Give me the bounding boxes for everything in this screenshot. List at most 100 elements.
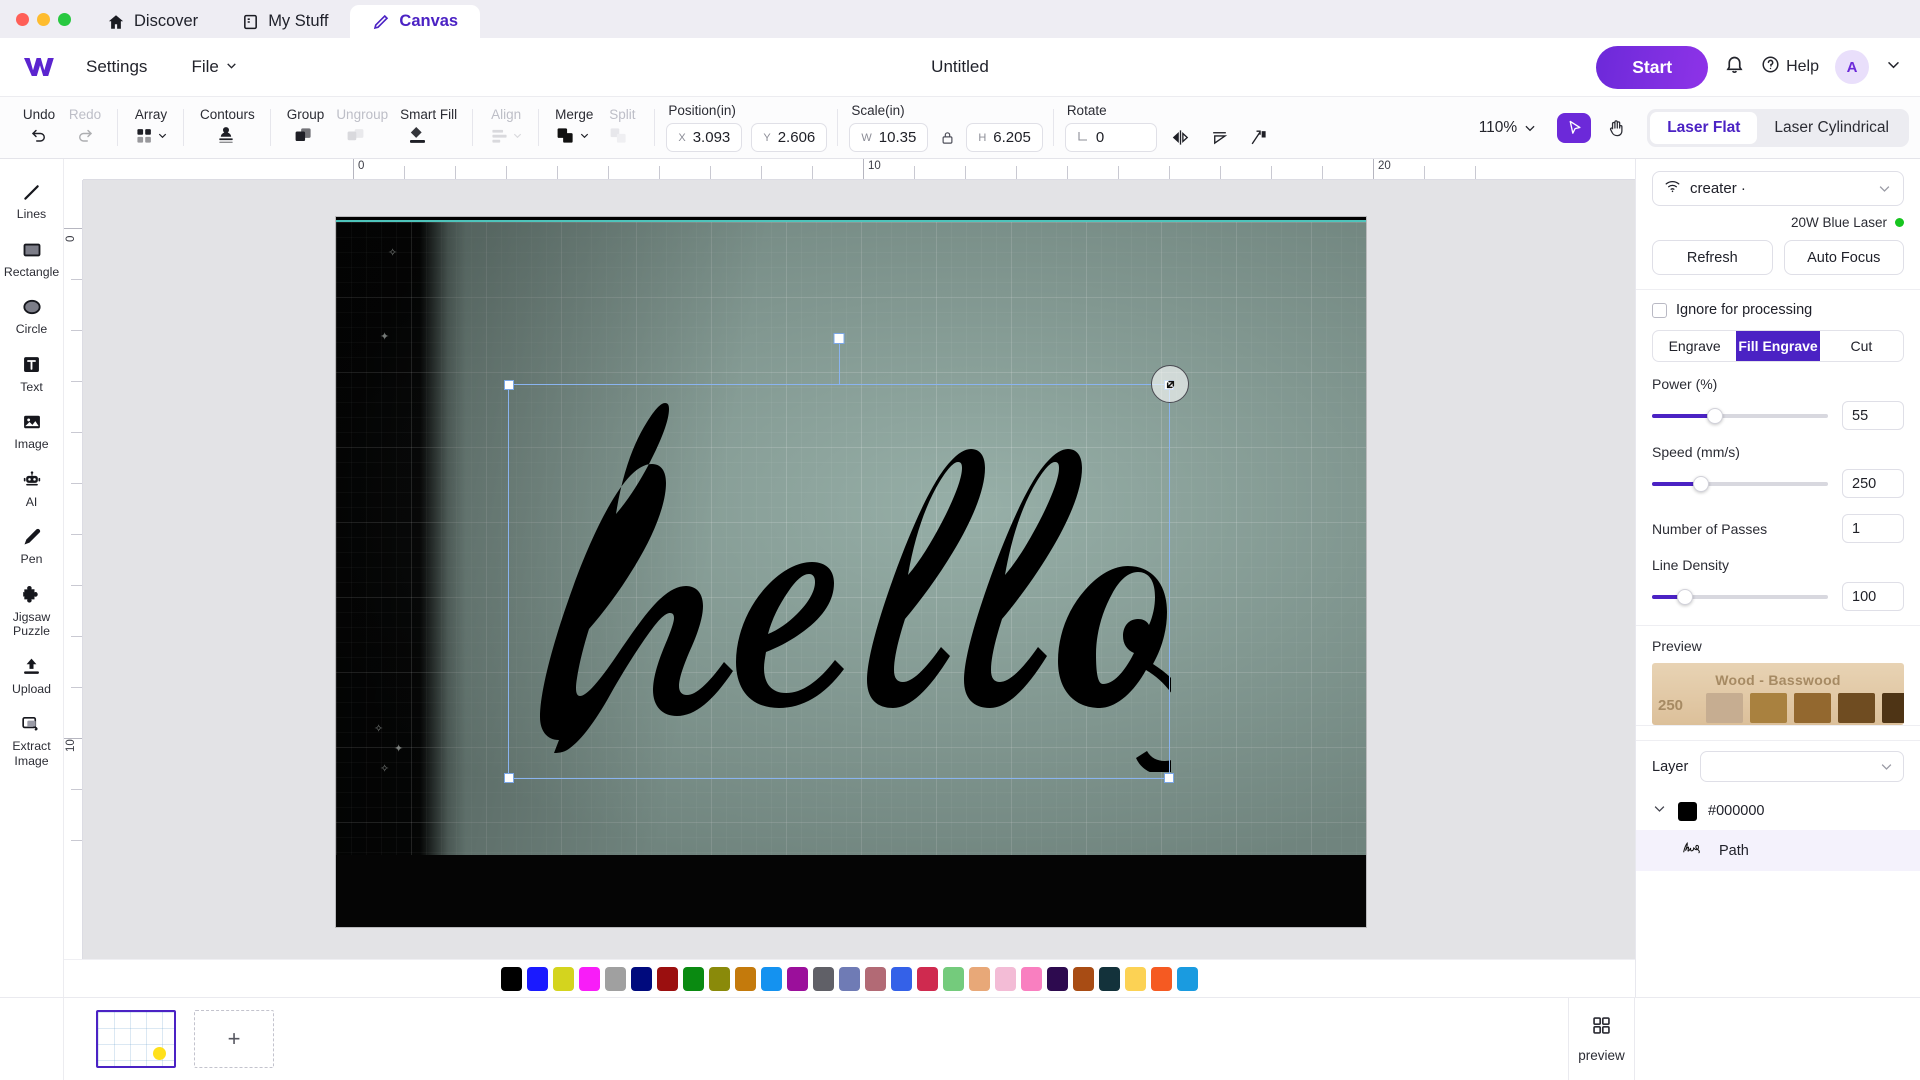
- speed-slider[interactable]: [1652, 476, 1828, 492]
- color-swatch[interactable]: [1177, 967, 1198, 991]
- wecreat-logo[interactable]: [22, 52, 56, 82]
- ruler-vertical[interactable]: 0 10: [64, 180, 83, 997]
- maximize-window-button[interactable]: [58, 13, 71, 26]
- color-swatch[interactable]: [917, 967, 938, 991]
- page-thumbnail-1[interactable]: [96, 1010, 176, 1068]
- color-swatch[interactable]: [1047, 967, 1068, 991]
- position-y-input[interactable]: Y 2.606: [751, 123, 827, 152]
- tab-canvas[interactable]: Canvas: [350, 5, 480, 38]
- ignore-processing-checkbox[interactable]: [1652, 303, 1667, 318]
- color-swatch[interactable]: [579, 967, 600, 991]
- minimize-window-button[interactable]: [37, 13, 50, 26]
- tool-jigsaw-puzzle[interactable]: Jigsaw Puzzle: [0, 576, 64, 648]
- color-swatch[interactable]: [865, 967, 886, 991]
- chevron-down-icon[interactable]: [1652, 801, 1667, 821]
- help-button[interactable]: Help: [1761, 55, 1819, 79]
- color-swatch[interactable]: [553, 967, 574, 991]
- undo-label[interactable]: Undo: [17, 107, 61, 122]
- tool-rectangle[interactable]: Rectangle: [0, 231, 64, 289]
- color-swatch[interactable]: [1125, 967, 1146, 991]
- add-page-button[interactable]: +: [194, 1010, 274, 1068]
- notifications-bell-icon[interactable]: [1724, 54, 1745, 80]
- flip-vertical-icon[interactable]: [1205, 124, 1235, 151]
- artboard[interactable]: ✧ ✦ ✧ ✦ ✧: [336, 217, 1366, 927]
- flip-horizontal-icon[interactable]: [1166, 124, 1196, 151]
- color-swatch[interactable]: [995, 967, 1016, 991]
- laser-cylindrical-tab[interactable]: Laser Cylindrical: [1757, 112, 1906, 144]
- ignore-processing-row[interactable]: Ignore for processing: [1652, 302, 1904, 318]
- laser-flat-tab[interactable]: Laser Flat: [1650, 112, 1757, 144]
- color-swatch[interactable]: [1073, 967, 1094, 991]
- color-swatch[interactable]: [1151, 967, 1172, 991]
- device-selector[interactable]: creater ·: [1652, 171, 1904, 206]
- auto-focus-button[interactable]: Auto Focus: [1784, 240, 1905, 275]
- color-swatch[interactable]: [761, 967, 782, 991]
- zoom-level-control[interactable]: 110%: [1469, 119, 1548, 137]
- array-label[interactable]: Array: [129, 107, 173, 122]
- avatar[interactable]: A: [1835, 50, 1869, 84]
- merge-label[interactable]: Merge: [550, 107, 598, 122]
- color-swatch[interactable]: [943, 967, 964, 991]
- array-icon[interactable]: [129, 122, 173, 149]
- scale-height-input[interactable]: H 6.205: [966, 123, 1043, 152]
- speed-value-input[interactable]: 250: [1842, 469, 1904, 498]
- resize-handle-bottom-right[interactable]: [1164, 773, 1174, 783]
- tool-lines[interactable]: Lines: [0, 173, 64, 231]
- tool-image[interactable]: Image: [0, 403, 64, 461]
- menu-settings[interactable]: Settings: [72, 51, 161, 83]
- contours-label[interactable]: Contours: [195, 107, 260, 122]
- tab-discover[interactable]: Discover: [85, 5, 220, 38]
- color-swatch[interactable]: [683, 967, 704, 991]
- group-icon[interactable]: [282, 122, 326, 149]
- tool-pen[interactable]: Pen: [0, 518, 64, 576]
- tool-upload[interactable]: Upload: [0, 648, 64, 706]
- mode-engrave[interactable]: Engrave: [1653, 331, 1736, 361]
- ruler-horizontal[interactable]: 0 10 20: [83, 159, 1635, 180]
- color-swatch[interactable]: [735, 967, 756, 991]
- layer-color-swatch[interactable]: [1678, 802, 1697, 821]
- artwork-hello[interactable]: [511, 392, 1171, 772]
- color-swatch[interactable]: [657, 967, 678, 991]
- layer-select[interactable]: [1700, 751, 1904, 782]
- layer-color-group[interactable]: #000000: [1636, 794, 1920, 830]
- group-label[interactable]: Group: [282, 107, 330, 122]
- lock-icon[interactable]: [937, 129, 957, 146]
- color-swatch[interactable]: [1021, 967, 1042, 991]
- rotate-angle-input[interactable]: 0: [1065, 123, 1157, 152]
- line-density-slider[interactable]: [1652, 589, 1828, 605]
- tool-text[interactable]: Text: [0, 346, 64, 404]
- refresh-button[interactable]: Refresh: [1652, 240, 1773, 275]
- account-chevron-down-icon[interactable]: [1885, 56, 1902, 78]
- mode-fill-engrave[interactable]: Fill Engrave: [1736, 331, 1819, 361]
- canvas-stage[interactable]: ✧ ✦ ✧ ✦ ✧: [83, 180, 1635, 997]
- color-swatch[interactable]: [501, 967, 522, 991]
- mode-cut[interactable]: Cut: [1820, 331, 1903, 361]
- scale-width-input[interactable]: W 10.35: [849, 123, 928, 152]
- merge-icon[interactable]: [550, 122, 594, 149]
- layer-item-path[interactable]: Path: [1636, 830, 1920, 871]
- start-button[interactable]: Start: [1596, 46, 1708, 89]
- color-swatch[interactable]: [813, 967, 834, 991]
- power-value-input[interactable]: 55: [1842, 401, 1904, 430]
- flip-diagonal-icon[interactable]: [1244, 124, 1274, 151]
- tool-circle[interactable]: Circle: [0, 288, 64, 346]
- color-swatch[interactable]: [891, 967, 912, 991]
- smart-fill-label[interactable]: Smart Fill: [395, 107, 462, 122]
- tab-my-stuff[interactable]: My Stuff: [220, 5, 350, 38]
- color-swatch[interactable]: [839, 967, 860, 991]
- preview-button[interactable]: preview: [1568, 998, 1635, 1080]
- color-swatch[interactable]: [969, 967, 990, 991]
- resize-handle-top-left[interactable]: [504, 380, 514, 390]
- menu-file[interactable]: File: [177, 51, 251, 83]
- hand-icon[interactable]: [1601, 113, 1631, 143]
- color-swatch[interactable]: [605, 967, 626, 991]
- passes-value-input[interactable]: 1: [1842, 514, 1904, 543]
- undo-icon[interactable]: [17, 122, 61, 149]
- resize-handle-bottom-left[interactable]: [504, 773, 514, 783]
- material-preview-image[interactable]: Wood - Basswood 250: [1652, 663, 1904, 725]
- line-density-value-input[interactable]: 100: [1842, 582, 1904, 611]
- color-swatch[interactable]: [709, 967, 730, 991]
- color-swatch[interactable]: [787, 967, 808, 991]
- color-swatch[interactable]: [1099, 967, 1120, 991]
- color-swatch[interactable]: [631, 967, 652, 991]
